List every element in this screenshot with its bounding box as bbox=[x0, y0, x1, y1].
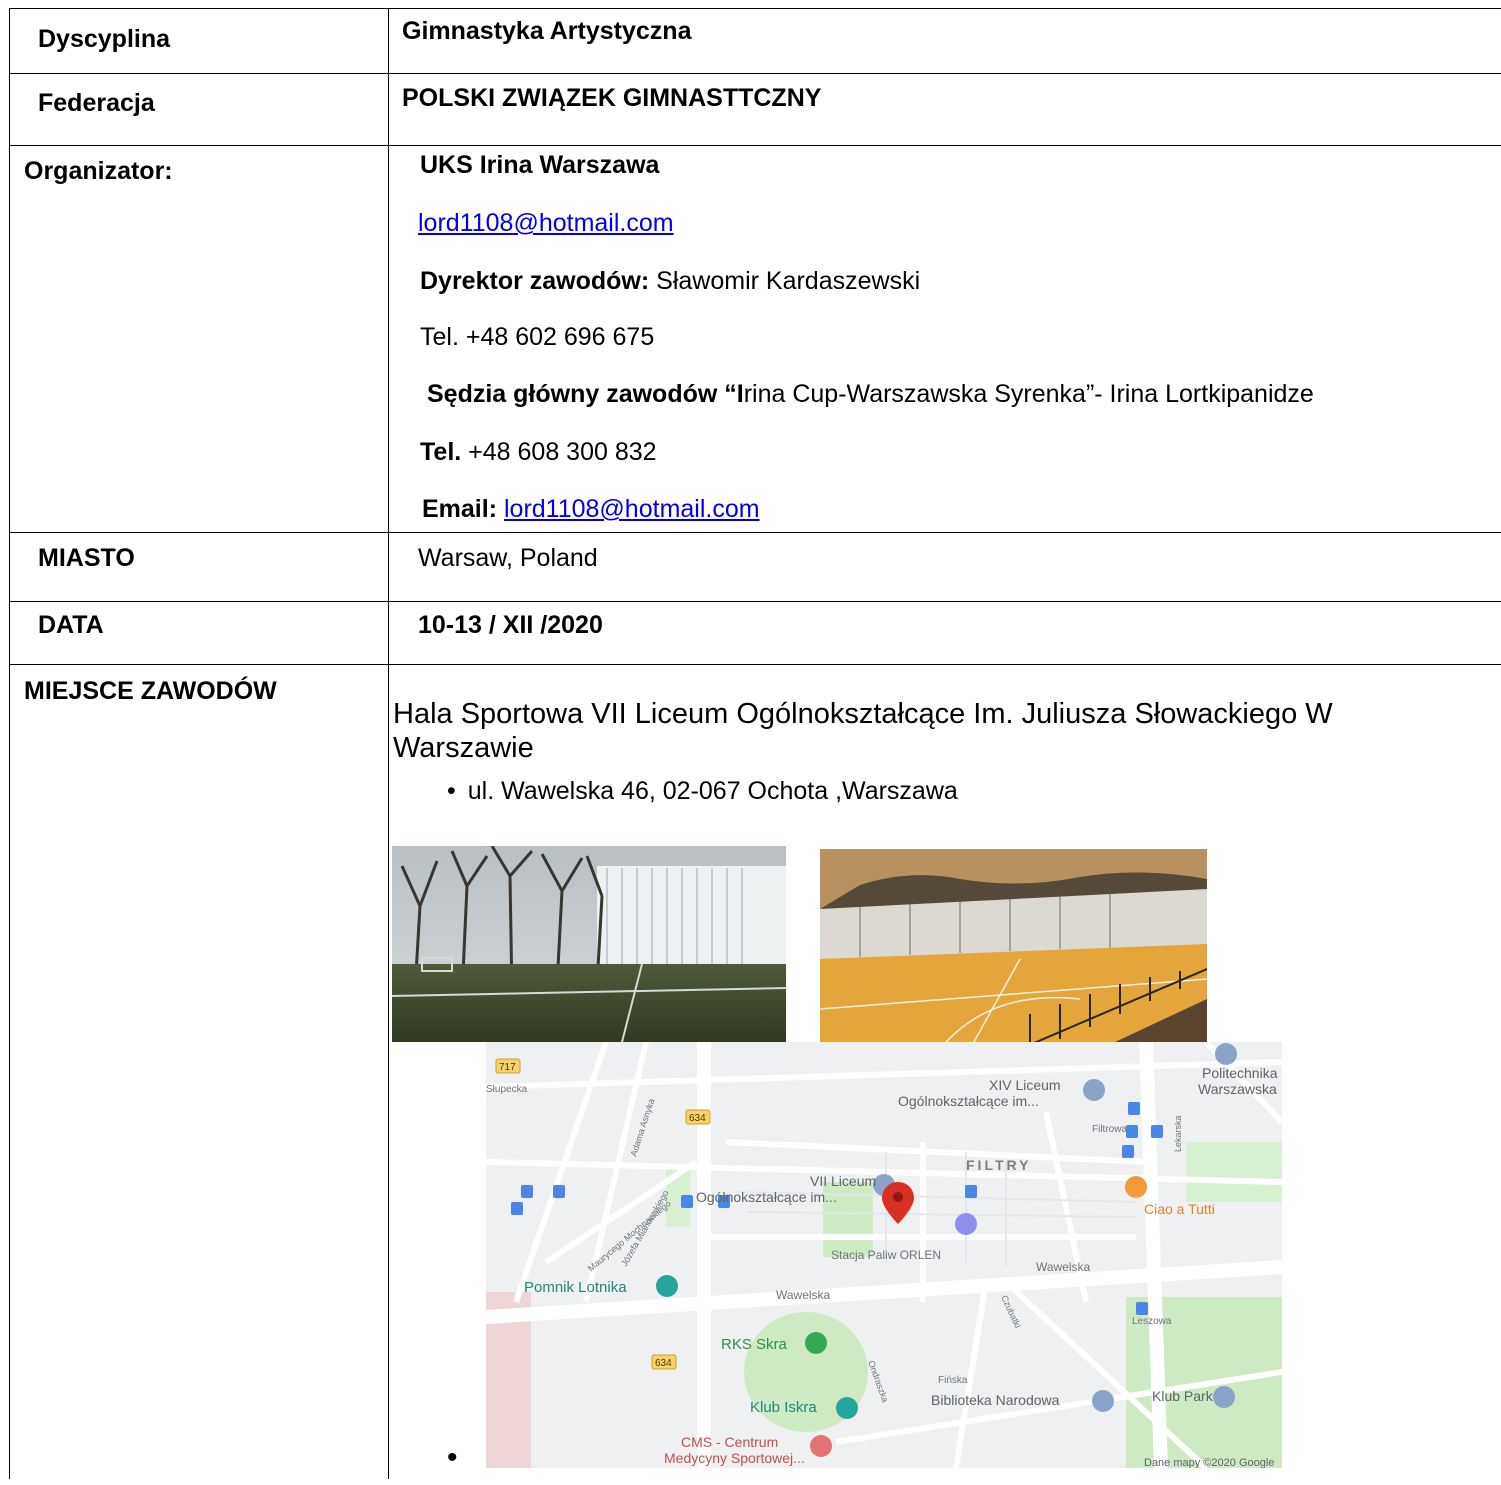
row-organizator: Organizator: UKS Irina Warszawa lord1108… bbox=[10, 146, 1501, 533]
map-label-biblioteka: Biblioteka Narodowa bbox=[931, 1392, 1060, 1408]
judge-line: Sędzia główny zawodów “Irina Cup-Warszaw… bbox=[427, 380, 1314, 409]
map-label-mianowskiego: Józefa Mianowskiego bbox=[619, 1188, 671, 1268]
map-label-vii-2: Ogólnokształcące im... bbox=[696, 1189, 837, 1205]
map-label-wawelska-1: Wawelska bbox=[776, 1288, 831, 1302]
map-label-pomnik: Pomnik Lotnika bbox=[524, 1279, 627, 1296]
map-credit: Dane mapy ©2020 Google bbox=[1144, 1457, 1274, 1468]
row-data: DATA 10-13 / XII /2020 bbox=[10, 602, 1501, 665]
road-badge-634-b: 634 bbox=[655, 1358, 672, 1369]
data-value: 10-13 / XII /2020 bbox=[418, 611, 603, 639]
dyscyplina-value: Gimnastyka Artystyczna bbox=[402, 17, 692, 45]
judge-tel-label: Tel. bbox=[420, 438, 462, 466]
map-label-filtry: FILTRY bbox=[966, 1157, 1031, 1173]
miasto-label: MIASTO bbox=[38, 544, 135, 572]
map-label-wawelska-2: Wawelska bbox=[1036, 1260, 1091, 1274]
map-label-filtrowa: Filtrowa bbox=[1092, 1124, 1127, 1135]
director-line: Dyrektor zawodów: Sławomir Kardaszewski bbox=[420, 267, 920, 296]
judge-name: rina Cup-Warszawska Syrenka”- Irina Lort… bbox=[743, 380, 1314, 408]
director-label: Dyrektor zawodów: bbox=[420, 267, 650, 295]
venue-map[interactable]: 717 634 634 Politechnika Warszawska XIV … bbox=[486, 1042, 1282, 1468]
road-badge-634-a: 634 bbox=[689, 1113, 706, 1124]
map-label-xiv-2: Ogólnokształcące im... bbox=[898, 1093, 1039, 1109]
map-label-klub-iskra: Klub Iskra bbox=[750, 1399, 817, 1416]
map-label-ciao: Ciao a Tutti bbox=[1144, 1201, 1215, 1217]
map-label-czubatki: Czubatki bbox=[999, 1294, 1023, 1330]
map-label-xiv-1: XIV Liceum bbox=[989, 1077, 1061, 1093]
map-label-slupecka: Słupecka bbox=[486, 1084, 528, 1095]
organizator-name: UKS Irina Warszawa bbox=[420, 151, 660, 179]
email-line: Email: lord1108@hotmail.com bbox=[422, 495, 760, 524]
judge-label: Sędzia główny zawodów “I bbox=[427, 380, 744, 408]
federacja-label: Federacja bbox=[38, 89, 155, 117]
map-label-ondraszka: Ondraszka bbox=[866, 1359, 890, 1403]
organizator-label: Organizator: bbox=[24, 157, 173, 185]
map-label-vii-1: VII Liceum bbox=[810, 1173, 876, 1189]
email-label: Email: bbox=[422, 495, 498, 523]
map-label-finska: Fińska bbox=[938, 1375, 968, 1386]
row-miasto: MIASTO Warsaw, Poland bbox=[10, 533, 1501, 602]
dyscyplina-label: Dyscyplina bbox=[38, 25, 171, 53]
venue-address: • ul. Wawelska 46, 02-067 Ochota ,Warszaw… bbox=[447, 777, 958, 805]
empty-bullet: • bbox=[447, 1441, 458, 1474]
map-label-politechnika-2: Warszawska bbox=[1198, 1081, 1277, 1097]
map-label-politechnika-1: Politechnika bbox=[1202, 1065, 1278, 1081]
map-label-rks: RKS Skra bbox=[721, 1336, 788, 1353]
venue-name: Hala Sportowa VII Liceum Ogólnokształcąc… bbox=[393, 698, 1333, 764]
judge-tel-line: Tel. +48 608 300 832 bbox=[420, 438, 657, 467]
map-label-cms-1: CMS - Centrum bbox=[681, 1434, 778, 1450]
map-label-stacja: Stacja Paliw ORLEN bbox=[831, 1248, 941, 1262]
director-name: Sławomir Kardaszewski bbox=[656, 267, 921, 295]
venue-address-text: ul. Wawelska 46, 02-067 Ochota ,Warszawa bbox=[467, 777, 958, 805]
venue-photo-indoor bbox=[820, 849, 1207, 1049]
judge-tel-value: +48 608 300 832 bbox=[468, 438, 657, 466]
map-label-klub-park: Klub Park bbox=[1152, 1388, 1214, 1404]
map-label-lekarska: Lekarska bbox=[1173, 1115, 1183, 1152]
judge-email-link[interactable]: lord1108@hotmail.com bbox=[504, 495, 760, 523]
miejsce-label: MIEJSCE ZAWODÓW bbox=[24, 677, 277, 705]
organizator-email-link[interactable]: lord1108@hotmail.com bbox=[418, 209, 674, 238]
data-label: DATA bbox=[38, 611, 104, 639]
row-dyscyplina: Dyscyplina Gimnastyka Artystyczna bbox=[10, 9, 1501, 74]
row-federacja: Federacja POLSKI ZWIĄZEK GIMNASTTCZNY bbox=[10, 74, 1501, 146]
miasto-value: Warsaw, Poland bbox=[418, 544, 598, 572]
director-tel: Tel. +48 602 696 675 bbox=[420, 323, 655, 351]
map-label-cms-2: Medycyny Sportowej... bbox=[664, 1450, 805, 1466]
road-badge-717: 717 bbox=[499, 1062, 516, 1073]
map-label-leszowa: Leszowa bbox=[1132, 1316, 1172, 1327]
venue-photo-outdoor bbox=[392, 846, 786, 1042]
federacja-value: POLSKI ZWIĄZEK GIMNASTTCZNY bbox=[402, 84, 822, 112]
